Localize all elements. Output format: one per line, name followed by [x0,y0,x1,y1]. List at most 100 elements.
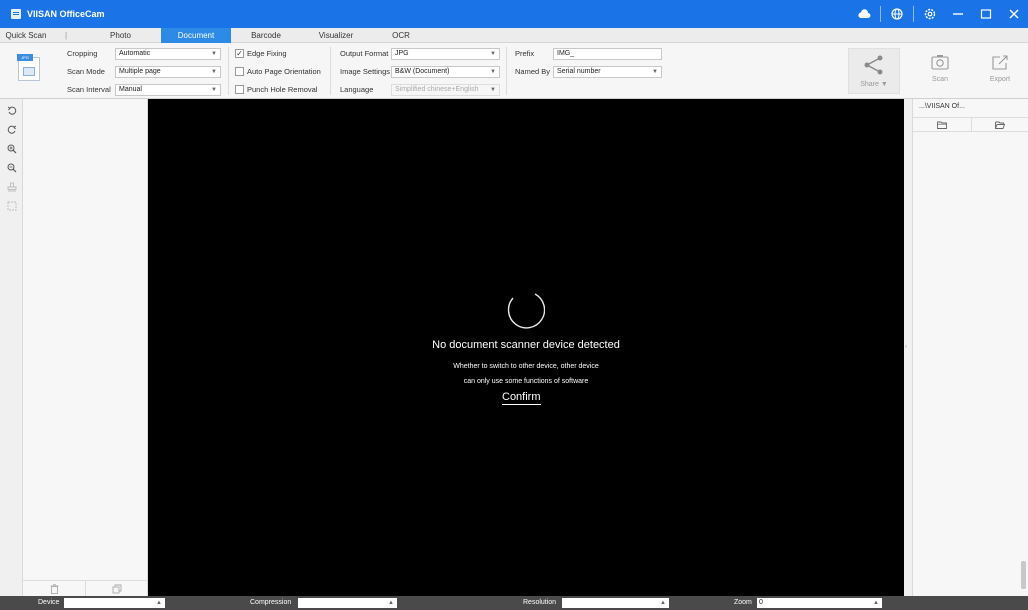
auto-orientation-label: Auto Page Orientation [247,67,321,76]
chevron-up-icon: ▲ [388,600,394,606]
zoom-select[interactable]: 0 ▲ [757,598,882,608]
stamp-icon[interactable] [0,177,23,196]
image-settings-value: B&W (Document) [395,68,450,75]
export-icon [992,55,1008,70]
preview-area: No document scanner device detected Whet… [148,99,904,596]
separator [506,47,507,95]
device-select[interactable]: ▲ [64,598,165,608]
language-value: Simplified chinese+English [395,86,479,93]
checkbox-empty-icon [235,67,244,76]
prefix-input[interactable]: IMG_ [553,48,662,60]
title-bar: VIISAN OfficeCam [0,0,1028,28]
scan-interval-select[interactable]: Manual ▼ [115,84,221,96]
share-icon [864,55,883,75]
image-settings-select[interactable]: B&W (Document) ▼ [391,66,500,78]
separator [880,6,881,22]
scan-mode-label: Scan Mode [67,67,105,76]
tab-separator: | [64,31,68,40]
zoom-in-icon[interactable] [0,139,23,158]
globe-icon[interactable] [883,0,911,28]
crop-frame-icon[interactable] [0,196,23,215]
thumbnail-actions [23,580,148,596]
tab-document[interactable]: Document [161,28,231,43]
mode-tabs: Quick Scan | Photo Document Barcode Visu… [0,28,1028,43]
checkbox-checked-icon: ✓ [235,49,244,58]
no-device-message-line-1: Whether to switch to other device, other… [453,363,599,370]
copy-icon[interactable] [86,581,148,596]
separator [330,47,331,95]
folder-icon[interactable] [913,118,972,131]
thumbnail-panel [23,99,148,596]
prefix-value: IMG_ [557,50,575,57]
status-bar: Device ▲ Compression ▲ Resolution ▲ Zoom… [0,596,1028,610]
file-panel-actions [913,117,1028,132]
share-button[interactable]: Share ▼ [848,48,900,94]
output-format-value: JPG [395,50,409,57]
rotate-left-icon[interactable] [0,101,23,120]
collapse-arrow-icon: › [905,344,907,350]
language-select: Simplified chinese+English ▼ [391,84,500,96]
scan-interval-value: Manual [119,86,142,93]
tab-quick-scan[interactable]: Quick Scan [0,28,52,43]
tab-ocr[interactable]: OCR [371,28,431,43]
app-window: VIISAN OfficeCam Quick Scan | Photo Docu… [0,0,1028,610]
no-device-message-line-2: can only use some functions of software [463,378,589,385]
separator [913,6,914,22]
settings-icon[interactable] [916,0,944,28]
cropping-label: Cropping [67,49,98,58]
rotate-right-icon[interactable] [0,120,23,139]
save-path: ...\VIISAN Of... [919,103,965,110]
scan-button[interactable]: Scan [914,48,966,94]
confirm-link[interactable]: Confirm [502,391,541,405]
image-icon [23,67,35,76]
resolution-select[interactable]: ▲ [562,598,669,608]
separator [228,47,229,95]
chevron-down-icon: ▼ [490,87,496,93]
edge-fixing-checkbox[interactable]: ✓ Edge Fixing [235,49,287,58]
format-badge: JPG [17,54,33,61]
delete-icon[interactable] [23,581,86,596]
zoom-out-icon[interactable] [0,158,23,177]
export-button[interactable]: Export [974,48,1026,94]
close-icon[interactable] [1000,0,1028,28]
tab-visualizer[interactable]: Visualizer [301,28,371,43]
minimize-icon[interactable] [944,0,972,28]
punch-hole-checkbox[interactable]: Punch Hole Removal [235,85,317,94]
cropping-select[interactable]: Automatic ▼ [115,48,221,60]
named-by-value: Serial number [557,68,601,75]
auto-orientation-checkbox[interactable]: Auto Page Orientation [235,67,321,76]
app-logo-icon [11,9,21,19]
chevron-down-icon: ▼ [490,69,496,75]
output-format-select[interactable]: JPG ▼ [391,48,500,60]
file-panel: ...\VIISAN Of... [912,99,1028,596]
compression-label: Compression [250,599,292,606]
export-label: Export [989,76,1011,83]
no-device-title: No document scanner device detected [432,339,620,351]
edge-fixing-label: Edge Fixing [247,49,287,58]
chevron-down-icon: ▼ [652,69,658,75]
camera-icon [931,55,949,70]
loading-spinner-icon [507,293,545,329]
zoom-label: Zoom [734,599,752,606]
open-folder-icon[interactable] [972,118,1028,131]
tab-barcode[interactable]: Barcode [231,28,301,43]
maximize-icon[interactable] [972,0,1000,28]
right-panel-handle[interactable]: › [904,99,912,596]
scan-label: Scan [932,76,948,83]
scan-mode-select[interactable]: Multiple page ▼ [115,66,221,78]
resolution-label: Resolution [523,599,557,606]
chevron-up-icon: ▲ [156,600,162,606]
output-format-icon: JPG [17,54,40,81]
scrollbar-thumb[interactable] [1021,561,1026,589]
named-by-select[interactable]: Serial number ▼ [553,66,662,78]
chevron-up-icon: ▲ [873,600,879,606]
image-settings-label: Image Settings [340,67,391,76]
tab-photo[interactable]: Photo [80,28,161,43]
compression-select[interactable]: ▲ [298,598,397,608]
checkbox-empty-icon [235,85,244,94]
named-by-label: Named By [515,67,551,76]
left-tool-column [0,99,23,596]
cloud-icon[interactable] [850,0,878,28]
chevron-down-icon: ▼ [490,51,496,57]
document-toolbar: JPG Cropping Automatic ▼ Scan Mode Multip… [0,43,1028,99]
